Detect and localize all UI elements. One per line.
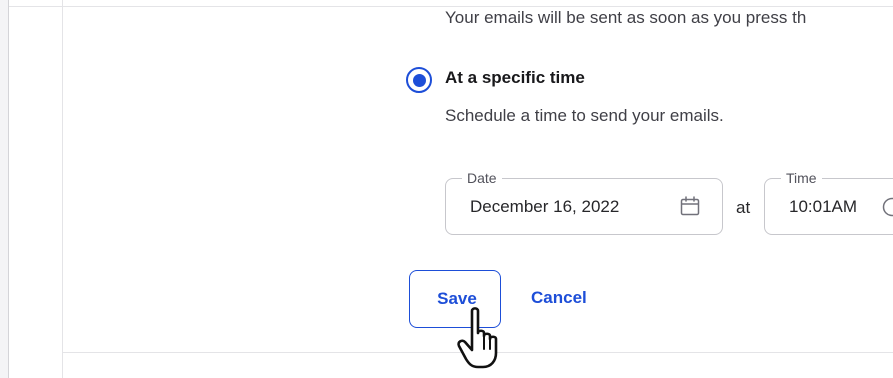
- clock-icon[interactable]: [881, 196, 893, 218]
- time-field-label: Time: [781, 169, 822, 187]
- immediate-option-description: Your emails will be sent as soon as you …: [445, 8, 807, 27]
- date-field-value[interactable]: December 16, 2022: [470, 197, 619, 217]
- left-gutter: [0, 0, 9, 378]
- top-border: [0, 0, 893, 7]
- date-field[interactable]: Date December 16, 2022: [445, 169, 723, 235]
- specific-time-radio[interactable]: [406, 67, 432, 93]
- calendar-icon[interactable]: [679, 195, 701, 217]
- at-connector: at: [736, 198, 751, 217]
- content-divider: [62, 0, 63, 378]
- radio-selected-dot: [412, 73, 426, 87]
- hand-pointer-icon: [457, 307, 498, 369]
- date-field-label: Date: [462, 169, 502, 187]
- specific-time-label[interactable]: At a specific time: [445, 68, 585, 88]
- specific-time-description: Schedule a time to send your emails.: [445, 106, 724, 125]
- time-field-value[interactable]: 10:01AM: [789, 197, 857, 217]
- time-field[interactable]: Time 10:01AM: [764, 169, 893, 235]
- schedule-panel: Your emails will be sent as soon as you …: [0, 0, 893, 378]
- cancel-button[interactable]: Cancel: [531, 288, 587, 308]
